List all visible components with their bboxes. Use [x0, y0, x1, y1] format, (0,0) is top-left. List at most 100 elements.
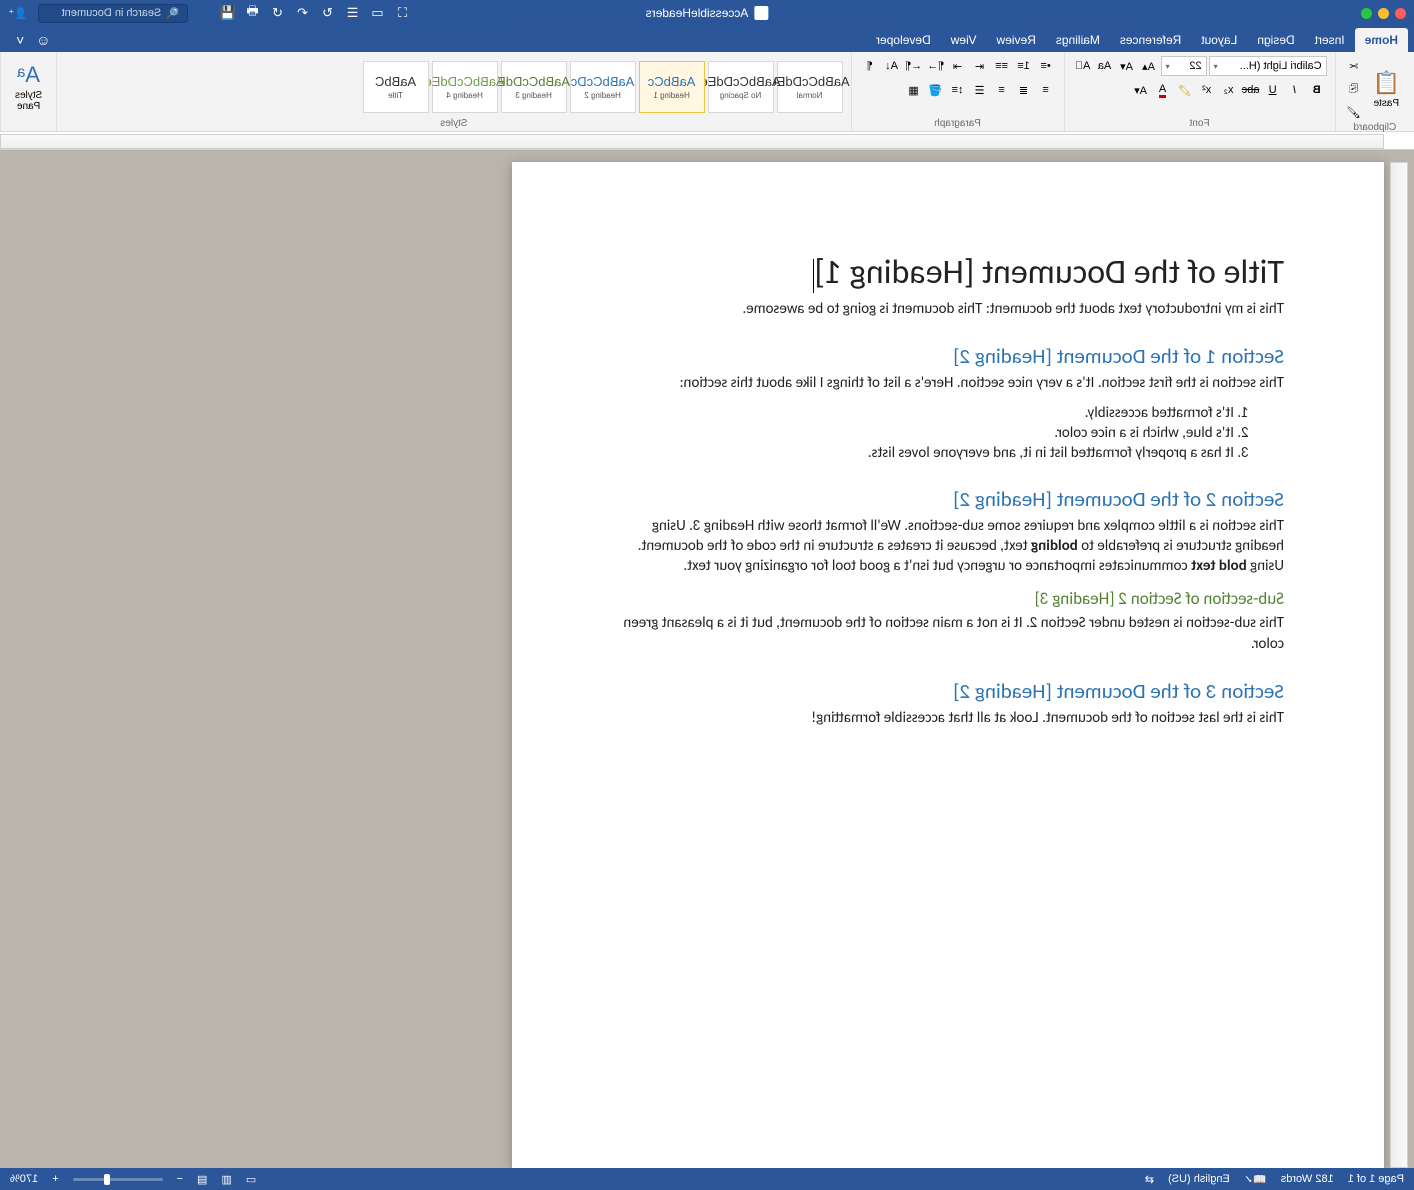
change-case-button[interactable]: Aa [1095, 56, 1115, 76]
document-area[interactable]: Title of the Document [Heading 1] This i… [0, 150, 1414, 1168]
clear-formatting-button[interactable]: A⃠ [1073, 56, 1093, 76]
format-painter-button[interactable]: 🖌 [1344, 102, 1364, 122]
tab-design[interactable]: Design [1247, 28, 1304, 52]
tab-view[interactable]: View [941, 28, 987, 52]
sidebar-icon[interactable]: ☰ [345, 6, 360, 21]
align-center-button[interactable]: ≣ [1014, 80, 1034, 100]
undo-icon[interactable]: ↶ [295, 6, 310, 21]
subscript-button[interactable]: x₂ [1219, 80, 1239, 100]
page-count[interactable]: Page 1 of 1 [1348, 1173, 1404, 1185]
font-name-select[interactable]: Calibri Light (H... ▾ [1209, 56, 1327, 76]
rtl-button[interactable]: ←¶ [904, 56, 924, 76]
numbering-button[interactable]: 1≡ [1014, 56, 1034, 76]
shading-button[interactable]: 🪣 [926, 80, 946, 100]
paste-button[interactable]: 📋 Paste [1367, 68, 1406, 111]
intro-paragraph[interactable]: This is my introductory text about the d… [612, 299, 1284, 319]
share-button[interactable]: 👤⁺ [8, 4, 28, 22]
web-layout-icon[interactable]: ▤ [197, 1173, 207, 1186]
style-tile-title[interactable]: AaBbCTitle [363, 61, 429, 113]
vertical-ruler[interactable] [1390, 162, 1408, 1168]
copy-button[interactable]: ⎘ [1344, 79, 1364, 99]
print-icon[interactable]: 🖶 [245, 6, 260, 21]
section-2-subheading[interactable]: Sub-section of Section 2 [Heading 3] [612, 588, 1284, 609]
section-2-sub-paragraph[interactable]: This sub-section is nested under Section… [612, 613, 1284, 654]
focus-mode-icon[interactable]: ▭ [246, 1173, 256, 1186]
style-tile-heading-3[interactable]: AaBbCcDdEHeading 3 [501, 61, 567, 113]
minimize-icon[interactable] [1378, 8, 1389, 19]
close-icon[interactable] [1395, 8, 1406, 19]
justify-button[interactable]: ☰ [970, 80, 990, 100]
style-tile-no-spacing[interactable]: AaBbCcDdEeNo Spacing [708, 61, 774, 113]
font-color-button[interactable]: A [1153, 80, 1173, 100]
section-2-heading[interactable]: Section 2 of the Document [Heading 2] [612, 486, 1284, 512]
tab-mailings[interactable]: Mailings [1046, 28, 1110, 52]
section-3-heading[interactable]: Section 3 of the Document [Heading 2] [612, 678, 1284, 704]
underline-button[interactable]: U [1263, 80, 1283, 100]
style-tile-heading-1[interactable]: AaBbCcHeading 1 [639, 61, 705, 113]
superscript-button[interactable]: x² [1197, 80, 1217, 100]
section-1-heading[interactable]: Section 1 of the Document [Heading 2] [612, 343, 1284, 369]
section-3-paragraph[interactable]: This is the last section of the document… [612, 708, 1284, 728]
accessibility-icon[interactable]: ⇄ [1145, 1173, 1154, 1186]
cut-button[interactable]: ✂ [1344, 56, 1364, 76]
borders-button[interactable]: ▦ [904, 80, 924, 100]
tab-references[interactable]: References [1110, 28, 1191, 52]
style-tile-normal[interactable]: AaBbCcDdEeNormal [777, 61, 843, 113]
zoom-thumb[interactable] [104, 1174, 110, 1185]
section-1-list[interactable]: It's formatted accessibly. It's blue, wh… [612, 404, 1284, 462]
repeat-icon[interactable]: ↺ [270, 6, 285, 21]
list-item[interactable]: It's formatted accessibly. [612, 404, 1234, 422]
zoom-out-button[interactable]: − [177, 1173, 183, 1185]
align-left-button[interactable]: ≡ [1036, 80, 1056, 100]
tab-review[interactable]: Review [987, 28, 1046, 52]
fullscreen-icon[interactable]: ⛶ [395, 6, 410, 21]
line-spacing-button[interactable]: ↕≡ [948, 80, 968, 100]
bold-button[interactable]: B [1307, 80, 1327, 100]
tab-developer[interactable]: Developer [866, 28, 941, 52]
decrease-indent-button[interactable]: ⇤ [970, 56, 990, 76]
print-layout-icon[interactable]: ▥ [221, 1173, 231, 1186]
word-count[interactable]: 182 Words [1281, 1173, 1334, 1185]
horizontal-ruler[interactable] [0, 132, 1414, 150]
show-marks-button[interactable]: ¶ [860, 56, 880, 76]
zoom-in-button[interactable]: + [52, 1173, 58, 1185]
text-highlight-button[interactable]: 🖍 [1175, 80, 1195, 100]
section-1-paragraph[interactable]: This section is the first section. It's … [612, 373, 1284, 393]
layout-icon[interactable]: ▭ [370, 6, 385, 21]
ltr-button[interactable]: ¶→ [926, 56, 946, 76]
save-icon[interactable]: 💾 [220, 6, 235, 21]
style-name: No Spacing [720, 91, 761, 100]
redo-icon[interactable]: ↻ [320, 6, 335, 21]
strikethrough-button[interactable]: abc [1241, 80, 1261, 100]
align-right-button[interactable]: ≡ [992, 80, 1012, 100]
heading-1[interactable]: Title of the Document [Heading 1] [612, 252, 1284, 293]
spellcheck-icon[interactable]: 📖✓ [1244, 1173, 1267, 1186]
titlebar: AccessibleHeaders ⛶ ▭ ☰ ↻ ↶ ↺ 🖶 💾 🔍 Sear… [0, 0, 1414, 26]
bullets-button[interactable]: •≡ [1036, 56, 1056, 76]
italic-button[interactable]: I [1285, 80, 1305, 100]
language-status[interactable]: English (US) [1168, 1173, 1230, 1185]
search-input[interactable]: 🔍 Search in Document [38, 4, 188, 23]
zoom-slider[interactable] [73, 1178, 163, 1181]
text-effects-button[interactable]: A▾ [1131, 80, 1151, 100]
increase-indent-button[interactable]: ⇥ [948, 56, 968, 76]
shrink-font-button[interactable]: A▾ [1117, 56, 1137, 76]
font-size-select[interactable]: 22 ▾ [1161, 56, 1207, 76]
tab-insert[interactable]: Insert [1305, 28, 1355, 52]
ribbon-collapse-icon[interactable]: ˅ [10, 28, 30, 52]
list-item[interactable]: It has a properly formatted list in it, … [612, 444, 1234, 462]
tab-layout[interactable]: Layout [1191, 28, 1247, 52]
multilevel-list-button[interactable]: ≡≡ [992, 56, 1012, 76]
section-2-paragraph[interactable]: This section is a little complex and req… [612, 516, 1284, 577]
list-item[interactable]: It's blue, which is a nice color. [612, 424, 1234, 442]
document-page[interactable]: Title of the Document [Heading 1] This i… [512, 162, 1384, 1168]
tab-home[interactable]: Home [1355, 28, 1408, 52]
style-tile-heading-4[interactable]: AaBbCcDdEeHeading 4 [432, 61, 498, 113]
style-tile-heading-2[interactable]: AaBbCcDcHeading 2 [570, 61, 636, 113]
sort-button[interactable]: A↓ [882, 56, 902, 76]
zoom-level[interactable]: 170% [10, 1173, 38, 1185]
grow-font-button[interactable]: A▴ [1139, 56, 1159, 76]
maximize-icon[interactable] [1361, 8, 1372, 19]
smiley-feedback-icon[interactable]: ☺ [30, 28, 56, 52]
styles-pane-button[interactable]: Aᵃ Styles Pane [9, 60, 48, 114]
